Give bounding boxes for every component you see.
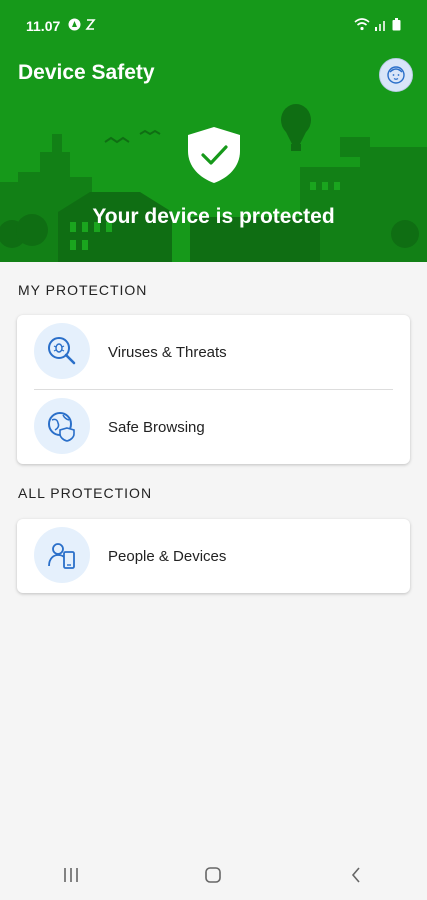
person-phone-icon — [34, 527, 90, 583]
section-label-all-protection: ALL PROTECTION — [18, 485, 153, 501]
signal-icon — [374, 18, 388, 34]
all-protection-card: People & Devices — [17, 519, 410, 593]
balloon-illustration — [281, 104, 311, 151]
chevron-left-icon — [351, 867, 360, 883]
avatar[interactable] — [379, 58, 413, 92]
list-item-label: Safe Browsing — [108, 418, 205, 436]
back-button[interactable] — [326, 855, 386, 895]
sync-icon — [85, 18, 96, 34]
notification-icon — [68, 18, 81, 34]
recent-apps-icon — [64, 868, 78, 882]
virus-search-icon — [34, 323, 90, 379]
list-item-label: Viruses & Threats — [108, 343, 227, 361]
my-protection-card: Viruses & Threats Safe Browsing — [17, 315, 410, 464]
status-time: 11.07 — [26, 18, 61, 34]
battery-icon — [392, 18, 401, 34]
list-item-viruses-threats[interactable]: Viruses & Threats — [17, 315, 410, 389]
page-title: Device Safety — [18, 61, 155, 84]
recent-apps-button[interactable] — [41, 855, 101, 895]
home-button[interactable] — [183, 855, 243, 895]
shield-check-icon — [188, 127, 240, 183]
globe-shield-icon — [34, 398, 90, 454]
user-face-icon — [387, 66, 405, 84]
list-item-people-devices[interactable]: People & Devices — [17, 519, 410, 593]
list-item-label: People & Devices — [108, 547, 227, 565]
system-navigation-bar — [0, 850, 427, 900]
section-label-my-protection: MY PROTECTION — [18, 282, 148, 298]
header-hero: 11.07 Device Safety Your device is prote… — [0, 0, 427, 262]
home-icon — [205, 867, 222, 883]
wifi-icon — [354, 18, 370, 34]
protection-status-message: Your device is protected — [92, 205, 335, 228]
status-bar: 11.07 — [26, 16, 401, 36]
list-item-safe-browsing[interactable]: Safe Browsing — [17, 390, 410, 464]
